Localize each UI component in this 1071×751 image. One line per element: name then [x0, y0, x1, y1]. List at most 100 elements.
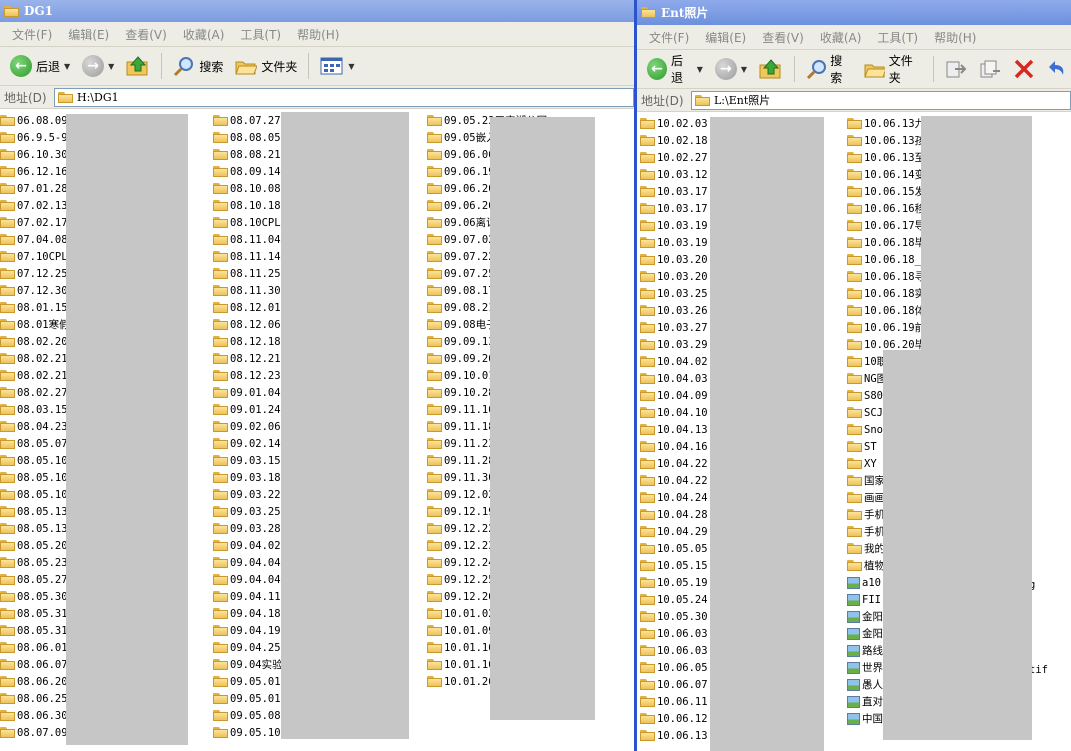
folder-item[interactable]: 08.04.23: [0, 418, 70, 435]
folder-item[interactable]: 10.06.03: [640, 642, 708, 659]
menu-view[interactable]: 查看(V): [117, 26, 175, 43]
folders-button[interactable]: 文件夹: [860, 49, 926, 89]
folder-item[interactable]: 10.02.18: [640, 132, 708, 149]
folder-item[interactable]: 10.04.28: [640, 506, 708, 523]
folder-item[interactable]: 08.03.15: [0, 401, 70, 418]
file-item[interactable]: 中国: [847, 710, 883, 727]
file-item[interactable]: 世界: [847, 659, 883, 676]
delete-button[interactable]: [1009, 56, 1039, 82]
menu-edit[interactable]: 编辑(E): [697, 29, 754, 46]
folder-item[interactable]: 09.04.25: [213, 639, 283, 656]
file-item[interactable]: 直对: [847, 693, 883, 710]
address-input[interactable]: H:\DG1: [54, 87, 634, 107]
folder-item[interactable]: 08.10.18: [213, 197, 283, 214]
back-button[interactable]: ← 后退 ▼: [6, 52, 74, 80]
folder-item[interactable]: 10.04.22: [640, 455, 708, 472]
folder-item[interactable]: 10.03.20: [640, 268, 708, 285]
folder-item[interactable]: 10.03.12: [640, 166, 708, 183]
folder-item[interactable]: 07.10CPL: [0, 248, 70, 265]
folder-item[interactable]: 10.04.09: [640, 387, 708, 404]
folder-item[interactable]: 08.12.06: [213, 316, 283, 333]
folder-item[interactable]: 10.03.25: [640, 285, 708, 302]
folder-item[interactable]: 09.05.01: [213, 690, 283, 707]
folder-item[interactable]: 10.03.17: [640, 183, 708, 200]
menu-edit[interactable]: 编辑(E): [60, 26, 117, 43]
forward-button[interactable]: → ▼: [711, 55, 751, 83]
file-item[interactable]: a10: [847, 574, 883, 591]
file-item[interactable]: FII: [847, 591, 883, 608]
menu-view[interactable]: 查看(V): [754, 29, 812, 46]
folder-item[interactable]: 10.06.11: [640, 693, 708, 710]
folder-item[interactable]: 06.10.30: [0, 146, 70, 163]
folder-item[interactable]: 08.12.21: [213, 350, 283, 367]
folder-item[interactable]: 09.03.22: [213, 486, 283, 503]
folder-item[interactable]: 10.05.15: [640, 557, 708, 574]
menu-tools[interactable]: 工具(T): [232, 26, 289, 43]
folder-item[interactable]: 09.02.14: [213, 435, 283, 452]
folder-item[interactable]: 10.04.22: [640, 472, 708, 489]
folder-item[interactable]: 10.06.18实: [847, 285, 925, 302]
folder-item[interactable]: 08.06.30: [0, 707, 70, 724]
folder-item[interactable]: 08.06.01: [0, 639, 70, 656]
folder-item[interactable]: 08.06.25: [0, 690, 70, 707]
folder-item[interactable]: 10.06.07: [640, 676, 708, 693]
folder-item[interactable]: 08.09.14: [213, 163, 283, 180]
folder-item[interactable]: 08.08.05: [213, 129, 283, 146]
folder-item[interactable]: 08.01寒假: [0, 316, 70, 333]
folder-item[interactable]: 10.06.13至: [847, 149, 925, 166]
folder-item[interactable]: 10.06.19前: [847, 319, 925, 336]
folder-item[interactable]: 10.04.02: [640, 353, 708, 370]
folder-item[interactable]: 07.01.28: [0, 180, 70, 197]
folder-item[interactable]: 08.05.31: [0, 622, 70, 639]
folder-item[interactable]: 09.05.10: [213, 724, 283, 741]
title-bar[interactable]: Ent照片: [637, 0, 1071, 25]
folder-item[interactable]: 08.06.20: [0, 673, 70, 690]
folder-item[interactable]: 08.10.08: [213, 180, 283, 197]
back-button[interactable]: ← 后退 ▼: [643, 49, 707, 89]
folder-item[interactable]: 10.06.13孩: [847, 132, 925, 149]
folders-button[interactable]: 文件夹: [231, 53, 301, 79]
folder-item[interactable]: 08.01.15: [0, 299, 70, 316]
folder-item[interactable]: 10.05.24: [640, 591, 708, 608]
menu-favorites[interactable]: 收藏(A): [812, 29, 870, 46]
folder-item[interactable]: 07.04.08: [0, 231, 70, 248]
folder-item[interactable]: 08.07.09: [0, 724, 70, 741]
folder-item[interactable]: 09.03.18: [213, 469, 283, 486]
folder-item[interactable]: 08.11.04: [213, 231, 283, 248]
folder-item[interactable]: 09.05.01: [213, 673, 283, 690]
folder-item[interactable]: 07.12.25: [0, 265, 70, 282]
menu-favorites[interactable]: 收藏(A): [175, 26, 233, 43]
folder-item[interactable]: 06.9.5-9: [0, 129, 70, 146]
copy-to-button[interactable]: [975, 56, 1005, 82]
file-item[interactable]: 金阳: [847, 625, 883, 642]
folder-item[interactable]: 08.02.21: [0, 350, 70, 367]
folder-item[interactable]: 09.04.18: [213, 605, 283, 622]
menu-help[interactable]: 帮助(H): [926, 29, 984, 46]
folder-item[interactable]: 09.04.19: [213, 622, 283, 639]
folder-item[interactable]: 10.03.29: [640, 336, 708, 353]
forward-button[interactable]: → ▼: [78, 52, 118, 80]
folder-item[interactable]: 10.04.10: [640, 404, 708, 421]
folder-item[interactable]: 10.06.17导: [847, 217, 925, 234]
folder-item[interactable]: 10.05.30: [640, 608, 708, 625]
folder-item[interactable]: 08.07.27: [213, 112, 283, 129]
folder-item[interactable]: 10.03.17: [640, 200, 708, 217]
undo-button[interactable]: [1043, 56, 1071, 82]
folder-item[interactable]: 10.06.12: [640, 710, 708, 727]
folder-item[interactable]: 10.05.05: [640, 540, 708, 557]
folder-item[interactable]: 08.06.07: [0, 656, 70, 673]
move-to-button[interactable]: [941, 56, 971, 82]
address-input[interactable]: L:\Ent照片: [691, 90, 1071, 110]
views-button[interactable]: ▼: [316, 53, 358, 79]
search-button[interactable]: 搜索: [169, 52, 227, 80]
folder-item[interactable]: 09.03.28: [213, 520, 283, 537]
up-folder-button[interactable]: [755, 55, 787, 83]
folder-item[interactable]: 08.05.10: [0, 452, 70, 469]
folder-item[interactable]: 10.06.03: [640, 625, 708, 642]
folder-item[interactable]: 06.08.09: [0, 112, 70, 129]
folder-item[interactable]: 08.05.10: [0, 486, 70, 503]
folder-item[interactable]: 06.12.16: [0, 163, 70, 180]
folder-item[interactable]: 10.06.18_: [847, 251, 925, 268]
folder-item[interactable]: 07.12.30: [0, 282, 70, 299]
folder-item[interactable]: 08.05.27: [0, 571, 70, 588]
